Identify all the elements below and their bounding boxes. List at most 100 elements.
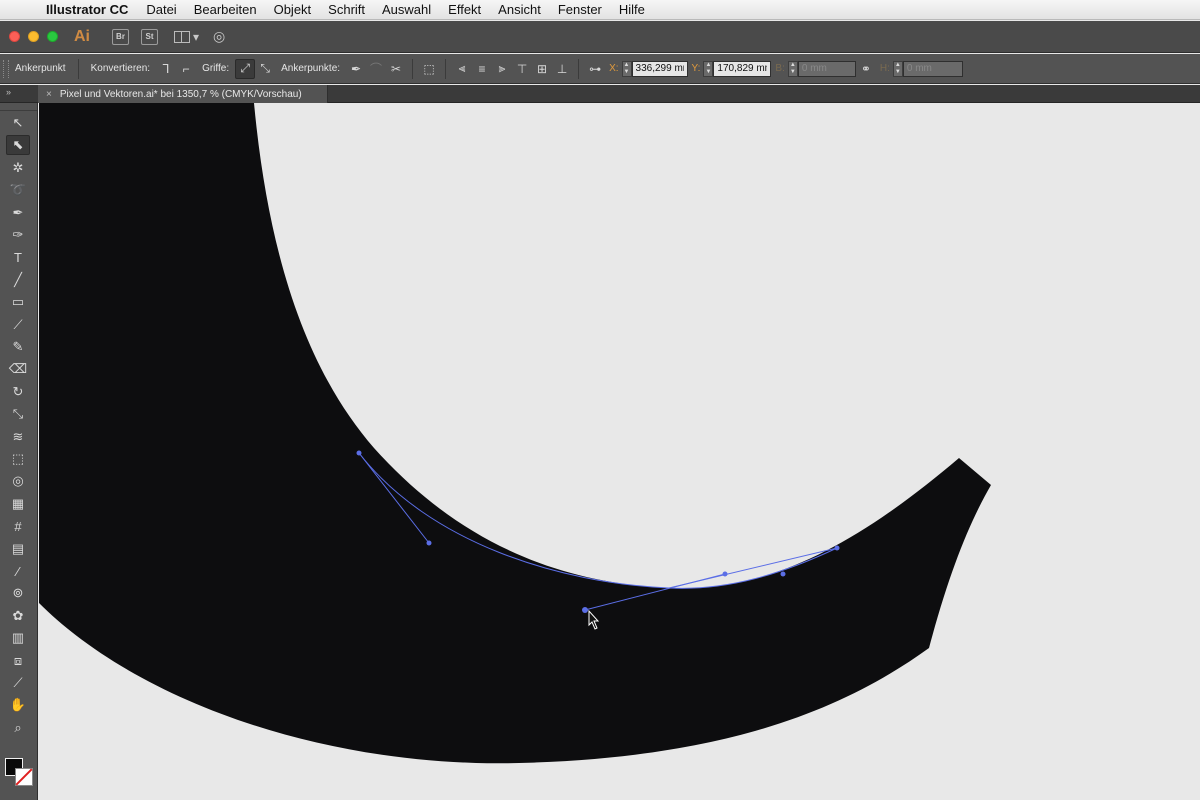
convert-to-smooth-icon[interactable]: ⌐ (176, 59, 196, 79)
lasso-tool-icon[interactable]: ➰ (6, 180, 30, 200)
menu-effekt[interactable]: Effekt (448, 2, 481, 17)
perspective-grid-tool-icon[interactable]: ▦ (6, 494, 30, 514)
divider (77, 58, 79, 79)
height-stepper[interactable]: ▲ ▼ (892, 60, 903, 77)
direct-selection-tool-icon[interactable]: ⬉ (6, 135, 30, 156)
column-graph-tool-icon[interactable]: ▥ (6, 628, 30, 648)
cut-path-icon[interactable]: ✂ (386, 59, 406, 79)
fill-stroke-swatch[interactable] (5, 758, 35, 788)
align-bottom-icon[interactable]: ⊥ (552, 59, 572, 79)
menu-hilfe[interactable]: Hilfe (619, 2, 645, 17)
divider (445, 58, 447, 79)
anchor-point[interactable] (722, 571, 728, 577)
close-window-button[interactable] (9, 31, 20, 42)
artboard-canvas[interactable] (39, 103, 1200, 800)
document-tab-title: Pixel und Vektoren.ai* bei 1350,7 % (CMY… (59, 88, 302, 100)
y-position-field[interactable] (713, 60, 772, 77)
slice-tool-icon[interactable]: ⟋ (6, 673, 30, 693)
window-controls (9, 31, 58, 42)
curvature-tool-icon[interactable]: ✑ (6, 225, 30, 245)
menu-bearbeiten[interactable]: Bearbeiten (194, 2, 257, 17)
arrange-documents-button[interactable]: ▾ (174, 30, 199, 44)
magic-wand-tool-icon[interactable]: ✲ (6, 158, 30, 178)
type-tool-icon[interactable]: T (6, 247, 30, 267)
connect-path-icon[interactable]: ⌒ (366, 59, 386, 79)
application-bar: Ai Br St ▾ ◎ (0, 21, 1200, 53)
warp-tool-icon[interactable]: ≋ (6, 427, 30, 447)
eraser-tool-icon[interactable]: ⌫ (6, 359, 30, 379)
minimize-window-button[interactable] (28, 31, 39, 42)
line-tool-icon[interactable]: ╱ (6, 270, 30, 290)
artboard-tool-icon[interactable]: ⧈ (6, 651, 30, 671)
hide-handles-icon[interactable]: ⤡ (255, 59, 275, 79)
illustrator-logo: Ai (74, 27, 90, 45)
symbol-sprayer-tool-icon[interactable]: ✿ (6, 606, 30, 626)
shape-builder-tool-icon[interactable]: ◎ (6, 471, 30, 491)
align-middle-icon[interactable]: ⊞ (532, 59, 552, 79)
x-position-field[interactable] (631, 60, 688, 77)
menu-datei[interactable]: Datei (146, 2, 176, 17)
remove-anchor-icon[interactable]: ✒ (346, 59, 366, 79)
menu-schrift[interactable]: Schrift (328, 2, 365, 17)
blob-brush-tool-icon[interactable]: ✎ (6, 337, 30, 357)
align-right-icon[interactable]: ⫸ (492, 59, 512, 79)
handle-point[interactable] (582, 607, 588, 613)
isolate-object-icon[interactable]: ⬚ (419, 59, 439, 79)
close-tab-icon[interactable]: × (46, 89, 52, 100)
collapse-panels-icon[interactable]: » (6, 87, 11, 97)
handles-label: Griffe: (202, 63, 230, 74)
panel-grip[interactable] (3, 59, 9, 78)
rotate-tool-icon[interactable]: ↻ (6, 382, 30, 402)
align-left-icon[interactable]: ⫷ (452, 59, 472, 79)
paintbrush-tool-icon[interactable]: ⟋ (6, 315, 30, 335)
convert-to-corner-icon[interactable]: ⅂ (156, 59, 176, 79)
menu-fenster[interactable]: Fenster (558, 2, 602, 17)
align-center-icon[interactable]: ≡ (472, 59, 492, 79)
align-top-icon[interactable]: ⊤ (512, 59, 532, 79)
mesh-tool-icon[interactable]: # (6, 516, 30, 536)
menu-objekt[interactable]: Objekt (274, 2, 312, 17)
menu-auswahl[interactable]: Auswahl (382, 2, 431, 17)
convert-label: Konvertieren: (90, 63, 151, 74)
scale-tool-icon[interactable]: ⤡ (6, 404, 30, 424)
document-tab[interactable]: × Pixel und Vektoren.ai* bei 1350,7 % (C… (38, 85, 328, 103)
free-transform-tool-icon[interactable]: ⬚ (6, 449, 30, 469)
gpu-performance-icon[interactable]: ◎ (213, 28, 225, 45)
width-stepper[interactable]: ▲ ▼ (787, 60, 798, 77)
menu-ansicht[interactable]: Ansicht (498, 2, 541, 17)
constrain-proportions-icon[interactable]: ⚭ (856, 59, 876, 79)
zoom-tool-icon[interactable]: ⌕ (6, 718, 30, 738)
anchor-point[interactable] (356, 450, 362, 456)
app-menu[interactable]: Illustrator CC (46, 2, 128, 17)
height-field[interactable] (902, 60, 963, 77)
black-curved-shape[interactable] (39, 103, 991, 764)
menu-bar: Illustrator CC Datei Bearbeiten Objekt S… (0, 0, 1200, 20)
hand-tool-icon[interactable]: ✋ (6, 695, 30, 715)
arrange-grid-icon (174, 30, 190, 43)
show-handles-icon[interactable]: ⤢ (235, 58, 256, 79)
y-label: Y: (691, 63, 701, 74)
bridge-button[interactable]: Br (112, 28, 129, 45)
blend-tool-icon[interactable]: ⊚ (6, 583, 30, 603)
eyedropper-tool-icon[interactable]: ⁄ (6, 561, 30, 581)
y-stepper[interactable]: ▲ ▼ (703, 60, 714, 77)
divider (578, 58, 580, 79)
selection-tool-icon[interactable]: ↖ (6, 113, 30, 133)
zoom-window-button[interactable] (47, 31, 58, 42)
stroke-none-swatch[interactable] (15, 768, 33, 786)
anchors-label: Ankerpunkte: (281, 63, 341, 74)
rectangle-tool-icon[interactable]: ▭ (6, 292, 30, 312)
x-label: X: (609, 63, 619, 74)
x-stepper[interactable]: ▲ ▼ (621, 60, 632, 77)
pen-tool-icon[interactable]: ✒ (6, 203, 30, 223)
control-bar: Ankerpunkt Konvertieren: ⅂ ⌐ Griffe: ⤢ ⤡… (0, 54, 1200, 84)
gradient-tool-icon[interactable]: ▤ (6, 539, 30, 559)
stock-button[interactable]: St (141, 28, 158, 45)
reference-point-icon[interactable]: ⊶ (585, 59, 605, 79)
tools-panel-header[interactable] (0, 103, 37, 111)
handle-point[interactable] (834, 545, 840, 551)
handle-point[interactable] (426, 540, 432, 546)
width-label: B: (775, 63, 785, 74)
width-field[interactable] (797, 60, 856, 77)
handle-point[interactable] (780, 571, 786, 577)
